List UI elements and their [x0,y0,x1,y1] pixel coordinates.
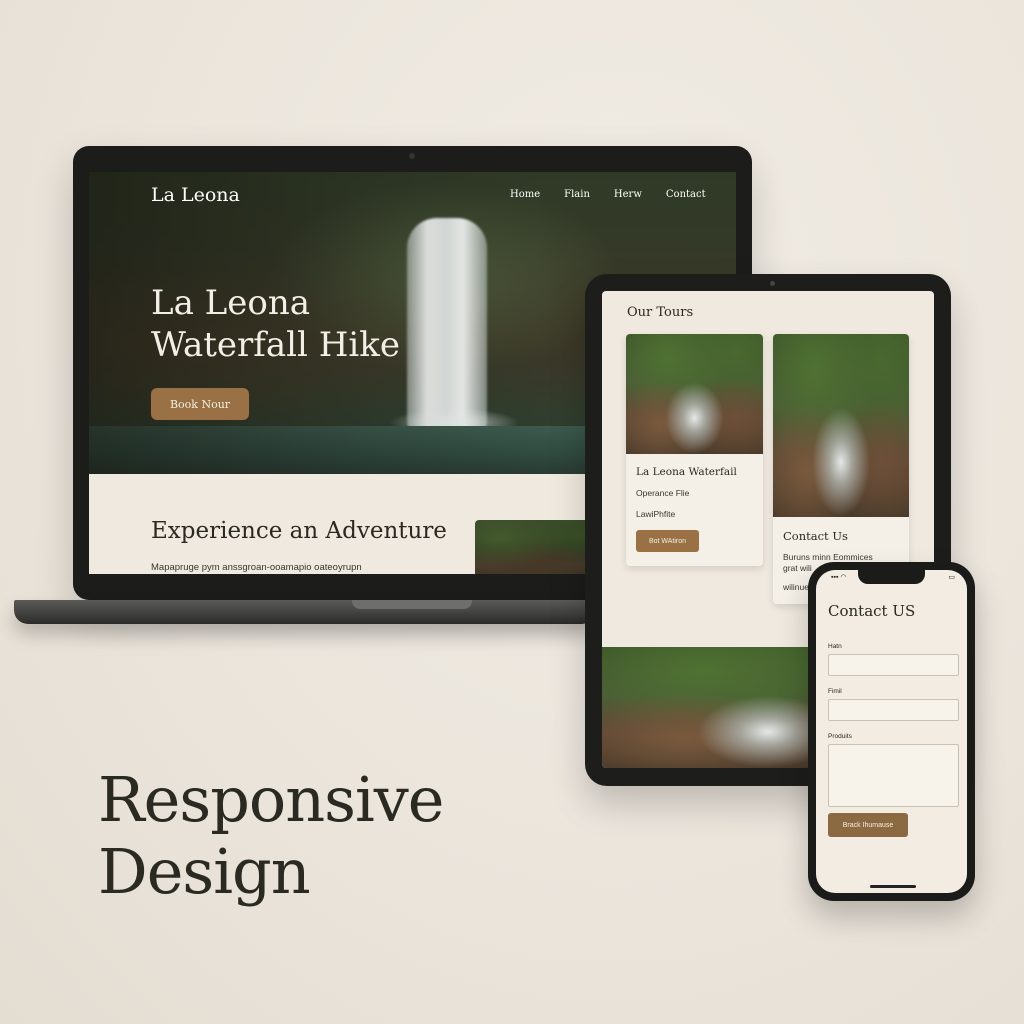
name-field[interactable] [828,654,959,676]
tablet-camera [770,281,775,286]
laptop-camera [409,153,415,159]
phone-screen: ▪▪▪ ◠ ▭ Contact US Hatn Fimil Produits B… [816,570,967,893]
book-now-button[interactable]: Book Nour [151,388,249,420]
section-text: Mapapruge pym anssgroan-ooamapio oateoyr… [151,562,362,573]
phone-notch [858,570,925,584]
laptop-base [14,600,596,624]
caption-line2: Design [98,835,311,908]
contact-title: Contact US [828,602,916,620]
caption-line1: Responsive [98,763,445,836]
submit-button[interactable]: Brack Ihumause [828,813,908,837]
home-indicator [870,885,916,888]
tour-card-line3: wilinue [783,582,809,592]
tour-card-waterfall[interactable]: La Leona Waterfail Operance Flie LawiPhf… [626,334,763,566]
tour-card-button[interactable]: Bot WAtiron [636,530,699,552]
tours-title: Our Tours [627,305,694,320]
nav-contact[interactable]: Contact [666,189,706,200]
tour-card-line1: Buruns minn Eommices [783,552,873,562]
hero-title-line1: La Leona [151,283,310,323]
tour-card-line2: grat wili [783,563,812,573]
site-nav: Home Flain Herw Contact [510,189,730,200]
hero-title: La Leona Waterfall Hike [151,282,451,366]
site-logo[interactable]: La Leona [151,184,240,206]
tour-card-title: Contact Us [783,529,848,543]
caption: Responsive Design [98,763,445,908]
hero-title-line2: Waterfall Hike [151,325,400,365]
email-field[interactable] [828,699,959,721]
field-label-email: Fimil [828,688,842,695]
tour-card-title: La Leona Waterfail [636,466,737,478]
tour-card-image [626,334,763,454]
message-field[interactable] [828,744,959,807]
nav-home[interactable]: Home [510,189,540,200]
laptop-trackpad-notch [352,600,472,609]
phone-device: ▪▪▪ ◠ ▭ Contact US Hatn Fimil Produits B… [808,562,975,901]
tour-card-image [773,334,909,517]
field-label-message: Produits [828,733,852,740]
tour-card-line1: Operance Flie [636,488,690,498]
tour-card-line2: LawiPhfite [636,509,676,519]
field-label-name: Hatn [828,643,842,650]
section-title: Experience an Adventure [151,518,447,544]
battery-icon: ▭ [948,573,955,581]
nav-flain[interactable]: Flain [564,189,590,200]
signal-icon: ▪▪▪ ◠ [831,574,847,581]
nav-herw[interactable]: Herw [614,189,642,200]
